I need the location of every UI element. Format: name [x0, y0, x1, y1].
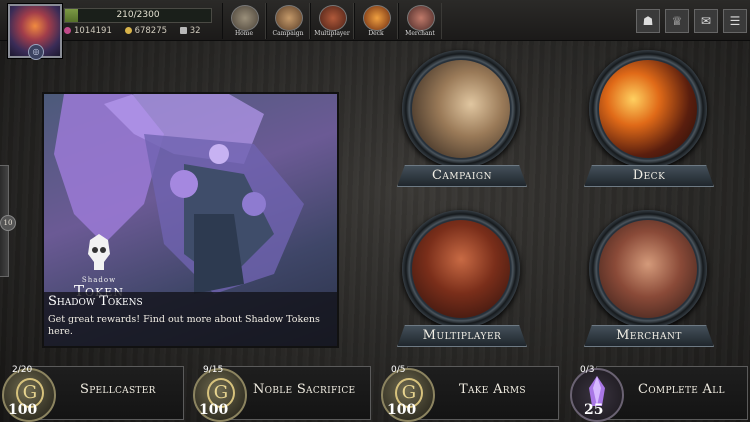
banner-caption: Shadow Tokens Get great rewards! Find ou…: [44, 292, 337, 346]
quest-reward: 25: [584, 402, 604, 418]
gold-counter: 678275: [124, 26, 168, 36]
nav-deck-label: Deck: [368, 30, 384, 37]
menu-button[interactable]: ☰: [723, 9, 747, 33]
shadow-tokens-banner[interactable]: Shadow Token Shadow Tokens Get great rew…: [42, 92, 339, 348]
campaign-icon: [412, 60, 510, 158]
quest-reward: 100: [8, 402, 38, 418]
currency-row: 1014191 678275 32: [64, 26, 211, 36]
nav-multiplayer-button[interactable]: Multiplayer: [310, 3, 354, 39]
multiplayer-icon: [319, 5, 347, 31]
nav-multiplayer-label: Multiplayer: [314, 30, 350, 37]
campaign-icon: [275, 5, 303, 31]
nav-campaign-label: Campaign: [272, 30, 304, 37]
deck-icon: [599, 60, 697, 158]
banner-description: Get great rewards! Find out more about S…: [48, 314, 320, 337]
multiplayer-menu-label: Multiplayer: [397, 325, 527, 347]
deck-menu-label: Deck: [584, 165, 714, 187]
side-drawer-badge: 10: [0, 215, 16, 231]
quest-label: Noble Sacrifice: [253, 382, 356, 397]
gem-icon: [64, 27, 71, 34]
campaign-menu-button[interactable]: Campaign: [397, 50, 529, 190]
quest-progress: 0/3: [580, 365, 595, 375]
gem-count: 1014191: [74, 26, 112, 36]
quest-label: Spellcaster: [80, 382, 156, 397]
trophy-button[interactable]: ♕: [665, 9, 689, 33]
quest-take-arms[interactable]: Take Arms G 0/5 100: [381, 365, 561, 422]
deck-icon: [363, 5, 391, 31]
xp-bar: 210/2300: [64, 8, 212, 23]
multiplayer-icon: [412, 220, 510, 318]
quest-spellcaster[interactable]: Spellcaster G 2/20 100: [2, 365, 184, 422]
merchant-menu-button[interactable]: Merchant: [584, 210, 716, 350]
merchant-icon: [599, 220, 697, 318]
guild-icon: ☗: [642, 14, 654, 28]
mail-icon: ✉: [700, 14, 712, 28]
xp-text: 210/2300: [116, 10, 160, 20]
top-bar: 210/2300 1014191 678275 32 Home Campaign…: [0, 0, 750, 41]
quest-complete-all[interactable]: Complete All 0/3 25: [570, 365, 750, 422]
quest-reward: 100: [199, 402, 229, 418]
quest-noble-sacrifice[interactable]: Noble Sacrifice G 9/15 100: [193, 365, 373, 422]
quest-progress: 2/20: [12, 365, 33, 375]
nav-merchant-button[interactable]: Merchant: [398, 3, 442, 39]
quest-label: Take Arms: [459, 382, 526, 397]
mail-button[interactable]: ✉: [694, 9, 718, 33]
quest-reward: 100: [387, 402, 417, 418]
campaign-menu-label: Campaign: [397, 165, 527, 187]
quest-progress: 9/15: [203, 365, 224, 375]
deck-menu-button[interactable]: Deck: [584, 50, 716, 190]
merchant-icon: [407, 5, 435, 31]
nav-home-label: Home: [234, 30, 254, 37]
guild-button[interactable]: ☗: [636, 9, 660, 33]
quest-label: Complete All: [638, 382, 725, 397]
banner-title: Shadow Tokens: [48, 294, 143, 309]
gem-counter: 1014191: [64, 26, 112, 36]
shadow-token-logo: Shadow Token: [64, 232, 134, 299]
nav-deck-button[interactable]: Deck: [354, 3, 398, 39]
shadow-token-count: 32: [189, 26, 201, 36]
nav-merchant-label: Merchant: [405, 30, 435, 37]
gold-coin-icon: [124, 27, 132, 34]
trophy-icon: ♕: [671, 14, 683, 28]
multiplayer-menu-button[interactable]: Multiplayer: [397, 210, 529, 350]
quest-progress: 0/5: [391, 365, 406, 375]
shadow-token-counter: 32: [179, 26, 201, 36]
level-badge: ◎: [28, 44, 44, 60]
shadow-token-icon: [179, 27, 187, 34]
skull-icon: [88, 234, 110, 270]
merchant-menu-label: Merchant: [584, 325, 714, 347]
gold-count: 678275: [134, 26, 168, 36]
nav-home-button[interactable]: Home: [222, 3, 266, 39]
home-icon: [231, 5, 259, 31]
nav-campaign-button[interactable]: Campaign: [266, 3, 310, 39]
menu-icon: ☰: [729, 14, 741, 28]
